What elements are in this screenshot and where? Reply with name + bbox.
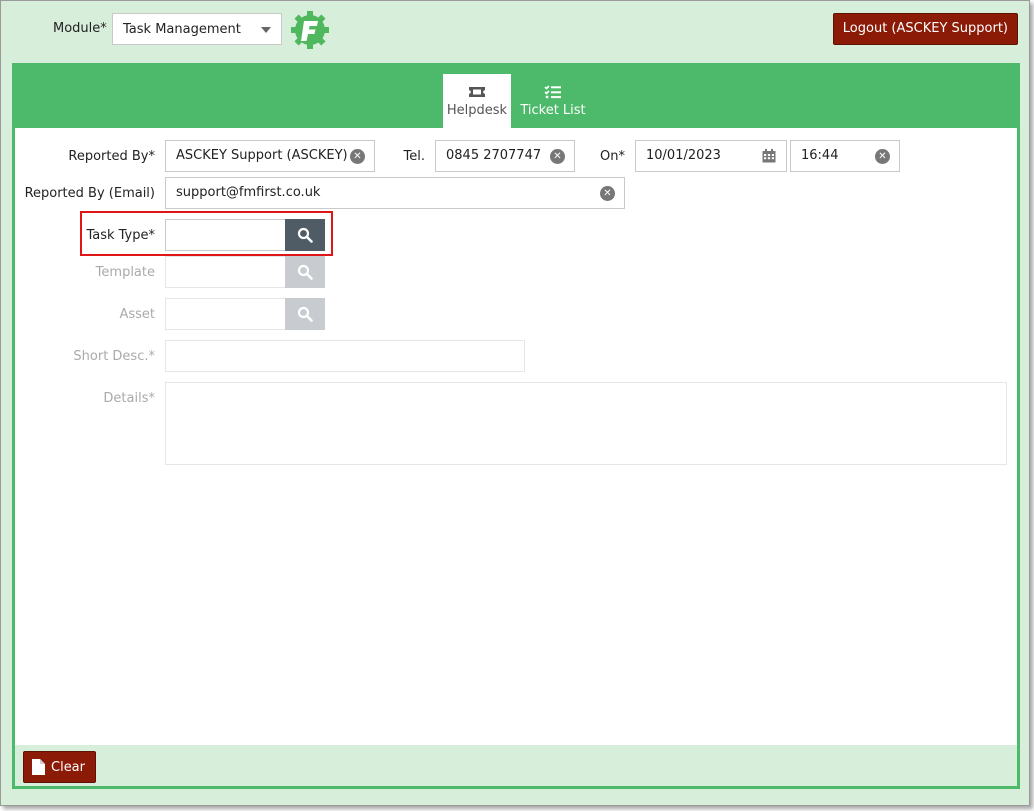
reported-by-field[interactable]: ASCKEY Support (ASCKEY) ✕ xyxy=(165,140,375,172)
time-field[interactable]: 16:44 ✕ xyxy=(790,140,900,172)
template-search-button[interactable] xyxy=(285,256,325,288)
chevron-down-icon xyxy=(261,27,271,33)
clear-icon[interactable]: ✕ xyxy=(600,186,615,201)
time-value: 16:44 xyxy=(801,148,839,163)
template-input[interactable] xyxy=(165,256,286,288)
asset-input[interactable] xyxy=(165,298,286,330)
clear-icon[interactable]: ✕ xyxy=(550,149,565,164)
main-panel: Helpdesk Ticket List Reported By* ASCKEY… xyxy=(12,63,1020,789)
search-icon xyxy=(297,264,313,280)
short-desc-input[interactable] xyxy=(165,340,525,372)
module-select[interactable]: Task Management xyxy=(112,13,282,45)
tab-ticket-list-label: Ticket List xyxy=(520,103,586,118)
app-window: Module* Task Management Logout (ASCKEY S… xyxy=(0,0,1030,806)
clear-icon[interactable]: ✕ xyxy=(875,149,890,164)
details-textarea[interactable] xyxy=(165,382,1007,465)
tab-ticket-list[interactable]: Ticket List xyxy=(515,74,591,128)
clear-button-label: Clear xyxy=(51,759,85,775)
task-type-label: Task Type* xyxy=(86,228,155,243)
logout-button[interactable]: Logout (ASCKEY Support) xyxy=(832,13,1018,45)
tel-field[interactable]: 0845 2707747 ✕ xyxy=(435,140,575,172)
date-field[interactable]: 10/01/2023 xyxy=(635,140,787,172)
top-bar: Module* Task Management Logout (ASCKEY S… xyxy=(1,1,1029,55)
reported-by-label: Reported By* xyxy=(68,149,155,164)
asset-search-button[interactable] xyxy=(285,298,325,330)
module-label: Module* xyxy=(53,21,107,36)
tel-label: Tel. xyxy=(403,149,425,164)
on-label: On* xyxy=(600,149,625,164)
search-icon xyxy=(297,306,313,322)
date-value: 10/01/2023 xyxy=(646,148,721,163)
asset-label: Asset xyxy=(119,307,155,322)
checklist-icon xyxy=(544,85,561,99)
search-icon xyxy=(297,227,313,243)
footer-bar: Clear xyxy=(15,745,1017,786)
clear-button[interactable]: Clear xyxy=(23,751,96,783)
tel-value: 0845 2707747 xyxy=(446,148,542,163)
reported-by-email-value: support@fmfirst.co.uk xyxy=(176,185,321,200)
task-type-search-button[interactable] xyxy=(285,219,325,251)
details-label: Details* xyxy=(103,391,155,406)
file-icon xyxy=(32,759,45,775)
reported-by-value: ASCKEY Support (ASCKEY) xyxy=(176,148,348,163)
tab-helpdesk-label: Helpdesk xyxy=(446,103,508,118)
template-label: Template xyxy=(95,265,155,280)
task-type-input[interactable] xyxy=(165,219,286,251)
reported-by-email-label: Reported By (Email) xyxy=(24,186,155,201)
calendar-icon[interactable] xyxy=(762,149,776,163)
module-select-value: Task Management xyxy=(123,22,241,37)
tab-helpdesk[interactable]: Helpdesk xyxy=(443,74,511,128)
short-desc-label: Short Desc.* xyxy=(73,349,155,364)
tab-bar: Helpdesk Ticket List xyxy=(15,66,1017,128)
reported-by-email-field[interactable]: support@fmfirst.co.uk ✕ xyxy=(165,177,625,209)
clear-icon[interactable]: ✕ xyxy=(350,149,365,164)
ticket-icon xyxy=(469,87,485,97)
fmfirst-logo-icon xyxy=(291,11,329,49)
